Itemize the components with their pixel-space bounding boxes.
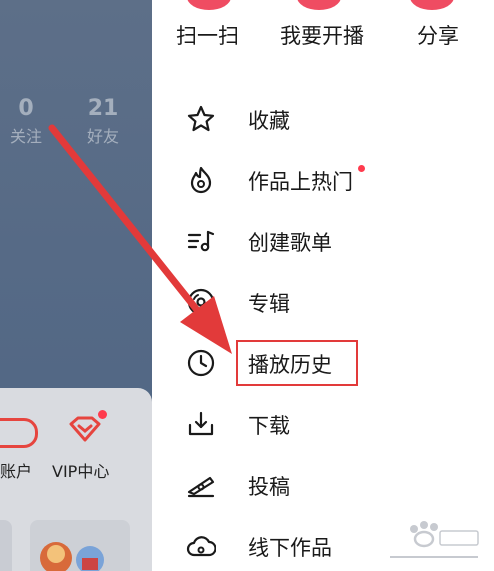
download-icon (188, 411, 214, 436)
menu-label: 作品上热门 (248, 170, 353, 194)
wallet-icon[interactable] (0, 418, 38, 448)
vip-center-label[interactable]: VIP中心 (52, 458, 109, 482)
submit-icon (187, 476, 215, 498)
menu-label: 专辑 (248, 292, 290, 316)
menu-item-album[interactable]: 专辑 (152, 277, 494, 327)
menu-label: 投稿 (248, 475, 290, 499)
vip-badge-dot (98, 410, 107, 419)
friends-stat[interactable]: 21 好友 (80, 96, 126, 147)
menu-item-download[interactable]: 下载 (152, 399, 494, 449)
live-icon[interactable] (297, 0, 341, 10)
menu-label: 创建歌单 (248, 231, 332, 255)
disc-icon (187, 288, 215, 316)
go-live-button[interactable]: 我要开播 (280, 20, 364, 50)
menu-item-submit[interactable]: 投稿 (152, 460, 494, 510)
baidu-watermark-logo (390, 521, 479, 558)
share-button[interactable]: 分享 (417, 20, 459, 50)
side-drawer: 扫一扫 我要开播 分享 收藏 作品上热门 创建歌单 专辑 播放历史 下载 投稿 … (152, 0, 494, 571)
thumbnail-card[interactable] (0, 520, 12, 571)
follow-count: 0 (18, 96, 34, 121)
cartoon-thumbnail-image (40, 542, 104, 571)
menu-label: 下载 (248, 414, 290, 438)
menu-item-play-history[interactable]: 播放历史 (152, 338, 494, 388)
flame-icon (190, 166, 212, 194)
menu-label: 线下作品 (248, 536, 332, 560)
account-label[interactable]: 账户 (0, 458, 32, 482)
follow-stat[interactable]: 0 关注 (6, 96, 46, 147)
profile-background: 0 关注 21 好友 账户 VIP中心 (0, 0, 152, 571)
friends-count: 21 (87, 96, 119, 121)
star-icon (187, 105, 215, 132)
menu-label: 收藏 (248, 109, 290, 133)
notification-dot (358, 165, 365, 172)
scan-icon[interactable] (187, 0, 231, 10)
menu-item-promote[interactable]: 作品上热门 (152, 155, 494, 205)
friends-label: 好友 (86, 127, 119, 146)
menu-item-favorites[interactable]: 收藏 (152, 94, 494, 144)
cloud-music-icon (186, 536, 216, 557)
playlist-icon (187, 230, 215, 252)
share-icon[interactable] (410, 0, 454, 10)
vip-diamond-icon[interactable] (68, 416, 102, 442)
highlight-annotation-box (236, 340, 358, 386)
follow-label: 关注 (9, 127, 42, 146)
menu-item-create-playlist[interactable]: 创建歌单 (152, 216, 494, 266)
clock-icon (187, 349, 215, 377)
scan-button[interactable]: 扫一扫 (176, 20, 239, 50)
